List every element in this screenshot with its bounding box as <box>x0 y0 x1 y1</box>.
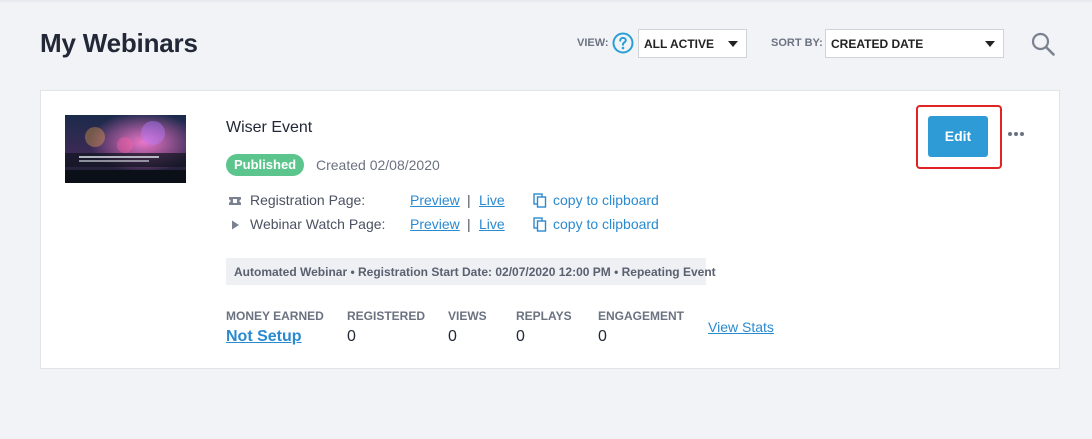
view-label: VIEW: <box>577 37 609 49</box>
sort-select[interactable]: CREATED DATE <box>825 29 1004 58</box>
sort-label: SORT BY: <box>771 37 823 49</box>
replays-label: REPLAYS <box>516 309 572 323</box>
ellipsis-icon[interactable] <box>1007 131 1025 137</box>
play-icon <box>232 220 239 230</box>
sort-select-value: CREATED DATE <box>831 37 924 51</box>
webinar-card: Wiser Event Published Created 02/08/2020… <box>40 90 1060 369</box>
separator: | <box>467 216 471 232</box>
question-circle-icon[interactable] <box>612 32 634 54</box>
engagement-value: 0 <box>598 328 607 345</box>
watch-preview-link[interactable]: Preview <box>410 216 460 232</box>
webinar-thumbnail[interactable] <box>65 115 186 183</box>
webinar-info: Automated Webinar • Registration Start D… <box>226 258 716 285</box>
views-value: 0 <box>448 328 457 345</box>
registration-preview-link[interactable]: Preview <box>410 192 460 208</box>
edit-button[interactable]: Edit <box>928 116 988 157</box>
engagement-label: ENGAGEMENT <box>598 309 685 323</box>
copy-icon <box>533 217 547 232</box>
filter-toolbar: VIEW: ALL ACTIVE SORT BY: CREATED DATE <box>0 29 1092 59</box>
view-stats-link[interactable]: View Stats <box>708 319 774 335</box>
search-icon[interactable] <box>1030 31 1056 57</box>
view-select-value: ALL ACTIVE <box>644 37 715 51</box>
fireworks-image <box>65 115 186 183</box>
replays-value: 0 <box>516 328 525 345</box>
status-badge: Published <box>226 154 305 176</box>
registration-live-link[interactable]: Live <box>479 192 505 208</box>
webinar-title[interactable]: Wiser Event <box>226 119 312 137</box>
money-earned-label: MONEY EARNED <box>226 309 324 323</box>
chevron-down-icon <box>728 41 738 47</box>
view-select[interactable]: ALL ACTIVE <box>638 29 747 58</box>
separator: | <box>467 192 471 208</box>
views-label: VIEWS <box>448 309 487 323</box>
watch-page-label: Webinar Watch Page: <box>250 216 386 232</box>
ticket-icon <box>229 197 241 205</box>
copy-icon <box>533 193 547 208</box>
chevron-down-icon <box>985 41 995 47</box>
copy-label: copy to clipboard <box>553 216 659 232</box>
watch-live-link[interactable]: Live <box>479 216 505 232</box>
created-date: Created 02/08/2020 <box>316 157 440 173</box>
top-bar <box>0 0 1092 4</box>
money-earned-link[interactable]: Not Setup <box>226 328 302 346</box>
registration-page-label: Registration Page: <box>250 192 366 208</box>
copy-label: copy to clipboard <box>553 192 659 208</box>
registered-value: 0 <box>347 328 356 345</box>
registered-label: REGISTERED <box>347 309 426 323</box>
